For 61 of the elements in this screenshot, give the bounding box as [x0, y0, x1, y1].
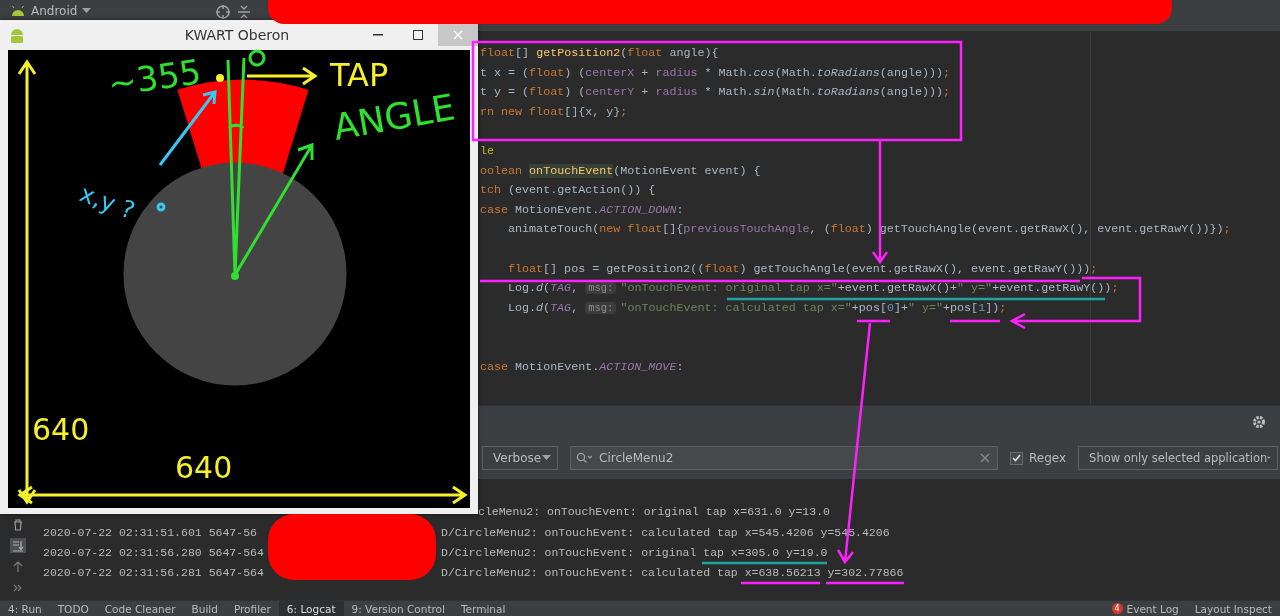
code-line: float[] getPosition2(float angle){	[480, 45, 720, 62]
regex-label: Regex	[1029, 451, 1067, 465]
tool-window-tab[interactable]: Build	[183, 601, 226, 616]
log-message: D/CircleMenu2: onTouchEvent: original tap x=305.0 y=19.0	[441, 545, 828, 560]
tool-window-tab[interactable]: Code Cleaner	[96, 601, 184, 616]
log-timestamp: 2020-07-22 02:31:51.601 5647-56	[42, 525, 258, 540]
log-level-dropdown[interactable]: Verbose	[482, 446, 558, 470]
code-line: t x = (float) (centerX + radius * Math.cos(Math.toRadians(angle)));	[480, 64, 951, 82]
android-icon	[10, 5, 26, 17]
close-icon	[453, 30, 463, 40]
crosshair-icon[interactable]	[215, 4, 232, 20]
log-timestamp: 2020-07-22 02:31:56.281 5647-564	[42, 566, 265, 581]
android-icon	[8, 26, 26, 44]
log-message: D/CircleMenu2: onTouchEvent: calculated tap x=638.56213 y=302.77866	[441, 566, 904, 581]
log-message: cleMenu2: onTouchEvent: original tap x=631.0 y=13.0	[478, 505, 830, 520]
underline-mark	[857, 319, 890, 323]
point-marker	[156, 202, 166, 212]
code-line: tch (event.getAction()) {	[480, 182, 657, 200]
maximize-icon	[413, 30, 423, 40]
project-view-dropdown[interactable]: Android	[10, 4, 92, 18]
tool-window-tab[interactable]: Layout Inspect	[1186, 601, 1280, 616]
tool-window-tab[interactable]: 4 Event Log	[1103, 601, 1187, 616]
tool-window-tab[interactable]: 9: Version Control	[343, 601, 453, 616]
handwritten-label: 640	[175, 450, 233, 485]
tool-window-tab[interactable]: Terminal	[452, 601, 514, 616]
handwritten-label: ~355	[105, 51, 204, 104]
underline-mark	[950, 319, 1000, 323]
handwritten-label: x,y ?	[75, 179, 139, 225]
handwritten-label: 640	[32, 412, 90, 447]
regex-checkbox[interactable]	[1010, 451, 1023, 465]
tool-window-tab[interactable]: TODO	[49, 601, 97, 616]
caret-icon	[542, 455, 551, 461]
minimize-icon	[373, 34, 383, 36]
log-timestamp: 2020-07-22 02:31:56.280 5647-564	[42, 545, 265, 560]
app-filter-dropdown[interactable]: Show only selected application	[1078, 446, 1279, 470]
code-line: t y = (float) (centerY + radius * Math.sin(Math.toRadians(angle)));	[480, 84, 951, 102]
tool-window-tab[interactable]: Profiler	[225, 601, 279, 616]
clear-icon[interactable]	[980, 453, 990, 463]
code-line: case MotionEvent.ACTION_DOWN:	[480, 201, 685, 219]
code-line: rn new float[]{x, y};	[480, 103, 629, 121]
center-dot	[231, 272, 239, 280]
caret-icon	[82, 8, 92, 14]
window-title: KWART Oberon	[183, 27, 291, 43]
scroll-to-end-icon[interactable]	[10, 538, 26, 553]
code-line: case MotionEvent.ACTION_MOVE:	[480, 358, 685, 376]
notification-badge: 4	[1111, 603, 1123, 614]
code-line: oolean onTouchEvent(MotionEvent event) {	[480, 162, 762, 180]
tool-window-tab[interactable]: 6: Logcat	[278, 601, 344, 616]
search-icon	[576, 452, 592, 464]
code-line: Log.d(TAG, msg: "onTouchEvent: original tap x="+event.getRawX()+" y="+event.getRawY());	[507, 280, 1120, 298]
caret-icon	[1267, 455, 1272, 461]
tool-window-tab[interactable]: 4: Run	[0, 601, 50, 616]
code-line: animateTouch(new float[]{previousTouchAngle, (float) getTouchAngle(event.getRawX(), event.getRawY())});	[507, 221, 1231, 239]
collapse-icon[interactable]	[237, 4, 252, 20]
search-field[interactable]: CircleMenu2	[570, 446, 998, 470]
degree-sign-icon	[248, 49, 266, 67]
code-line: le	[480, 142, 496, 160]
tap-dot	[216, 74, 224, 82]
code-line: Log.d(TAG, msg: "onTouchEvent: calculated tap x="+pos[0]+" y="+pos[1]);	[507, 299, 1008, 317]
settings-icon[interactable]	[1252, 414, 1266, 429]
code-line: float[] pos = getPosition2((float) getTouchAngle(event.getRawX(), event.getRawY()));	[507, 260, 1099, 278]
